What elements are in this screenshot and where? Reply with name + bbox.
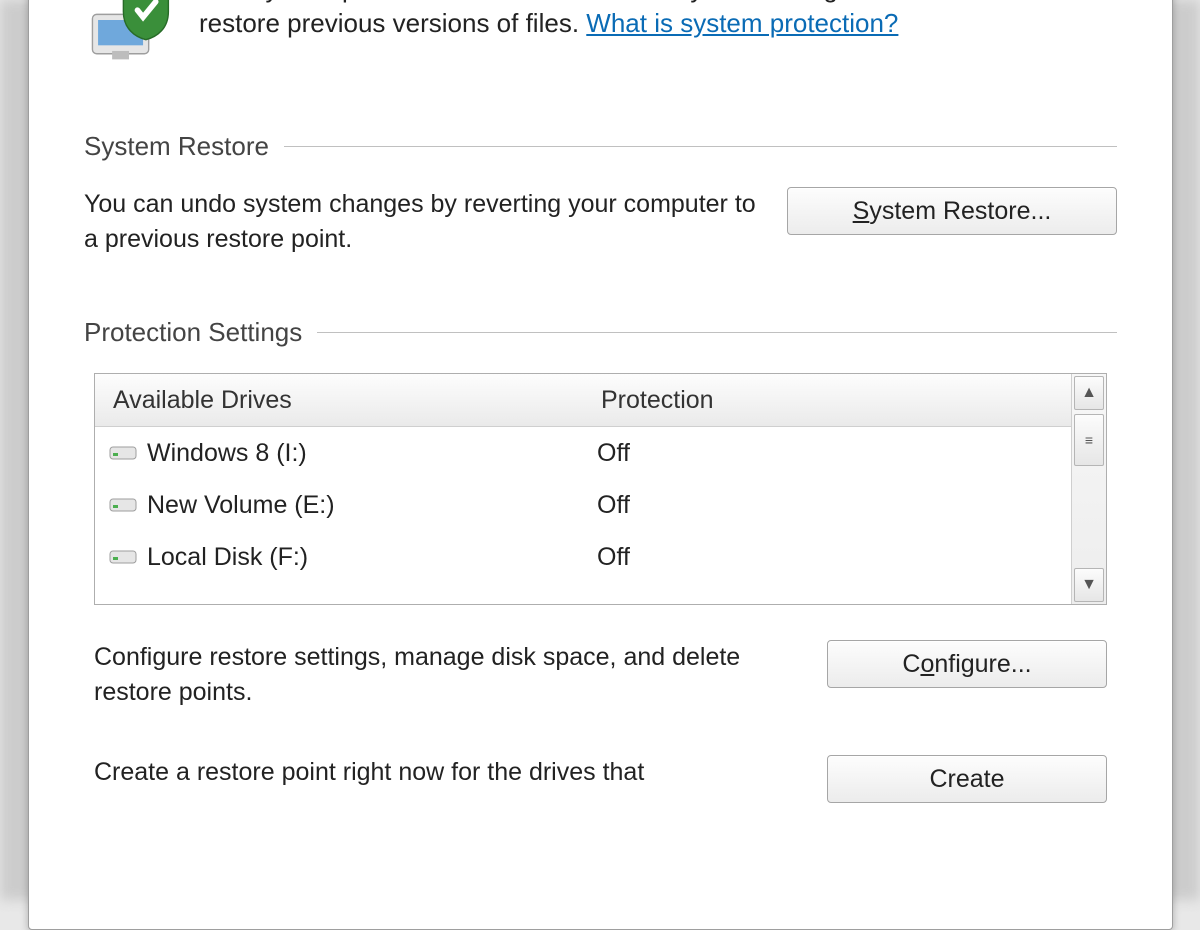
configure-button-prefix: C [902,650,920,678]
system-restore-button[interactable]: System Restore... [787,187,1117,235]
hard-drive-icon [109,443,137,463]
intro-line1: Use system protection to undo unwanted s… [199,0,916,3]
create-description: Create a restore point right now for the… [94,755,797,790]
system-restore-button-rest: ystem Restore... [869,197,1051,225]
protection-settings-section-label: Protection Settings [84,317,302,348]
protection-settings-section-header: Protection Settings [84,317,1117,348]
configure-button-rest: nfigure... [934,650,1031,678]
column-header-protection[interactable]: Protection [601,386,1106,415]
system-protection-panel: Use system protection to undo unwanted s… [28,0,1173,930]
divider-line [284,146,1117,147]
hard-drive-icon [109,547,137,567]
system-restore-button-accel: S [853,197,870,225]
drive-name: Local Disk (F:) [147,543,308,572]
drive-name: Windows 8 (I:) [147,439,307,468]
configure-button[interactable]: Configure... [827,640,1107,688]
what-is-system-protection-link[interactable]: What is system protection? [586,8,898,38]
scrollbar[interactable]: ▲ ≡ ▼ [1071,374,1106,604]
configure-description: Configure restore settings, manage disk … [94,640,797,710]
scroll-track[interactable] [1072,468,1106,566]
scroll-up-button[interactable]: ▲ [1074,376,1104,410]
drives-list: Available Drives Protection Windows 8 (I… [94,373,1107,605]
hard-drive-icon [109,495,137,515]
drive-protection-status: Off [597,543,1106,572]
drive-name: New Volume (E:) [147,491,335,520]
system-restore-description: You can undo system changes by reverting… [84,187,757,257]
intro-text: Use system protection to undo unwanted s… [199,0,916,41]
drive-protection-status: Off [597,491,1106,520]
drives-list-header: Available Drives Protection [95,374,1106,427]
system-restore-section-header: System Restore [84,131,1117,162]
system-restore-section-label: System Restore [84,131,269,162]
scroll-down-button[interactable]: ▼ [1074,568,1104,602]
intro-line2: restore previous versions of files. [199,8,586,38]
configure-button-accel: o [920,650,934,678]
divider-line [317,332,1117,333]
system-protection-shield-icon [84,0,174,71]
column-header-available-drives[interactable]: Available Drives [95,386,601,415]
drive-row[interactable]: New Volume (E:) Off [95,479,1106,531]
create-button-label: Create [929,765,1004,793]
drive-row[interactable]: Windows 8 (I:) Off [95,427,1106,479]
create-button[interactable]: Create [827,755,1107,803]
drive-row[interactable]: Local Disk (F:) Off [95,531,1106,583]
drive-protection-status: Off [597,439,1106,468]
scroll-thumb[interactable]: ≡ [1074,414,1104,466]
